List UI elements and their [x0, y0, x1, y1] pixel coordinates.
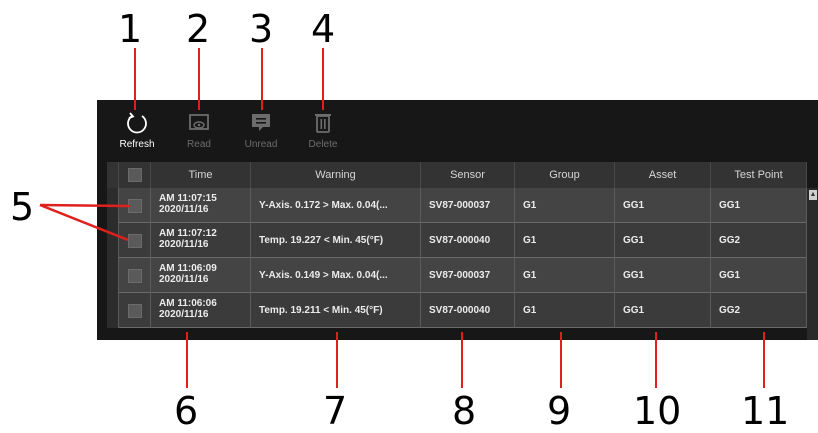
callout-5-arrows — [39, 203, 131, 242]
